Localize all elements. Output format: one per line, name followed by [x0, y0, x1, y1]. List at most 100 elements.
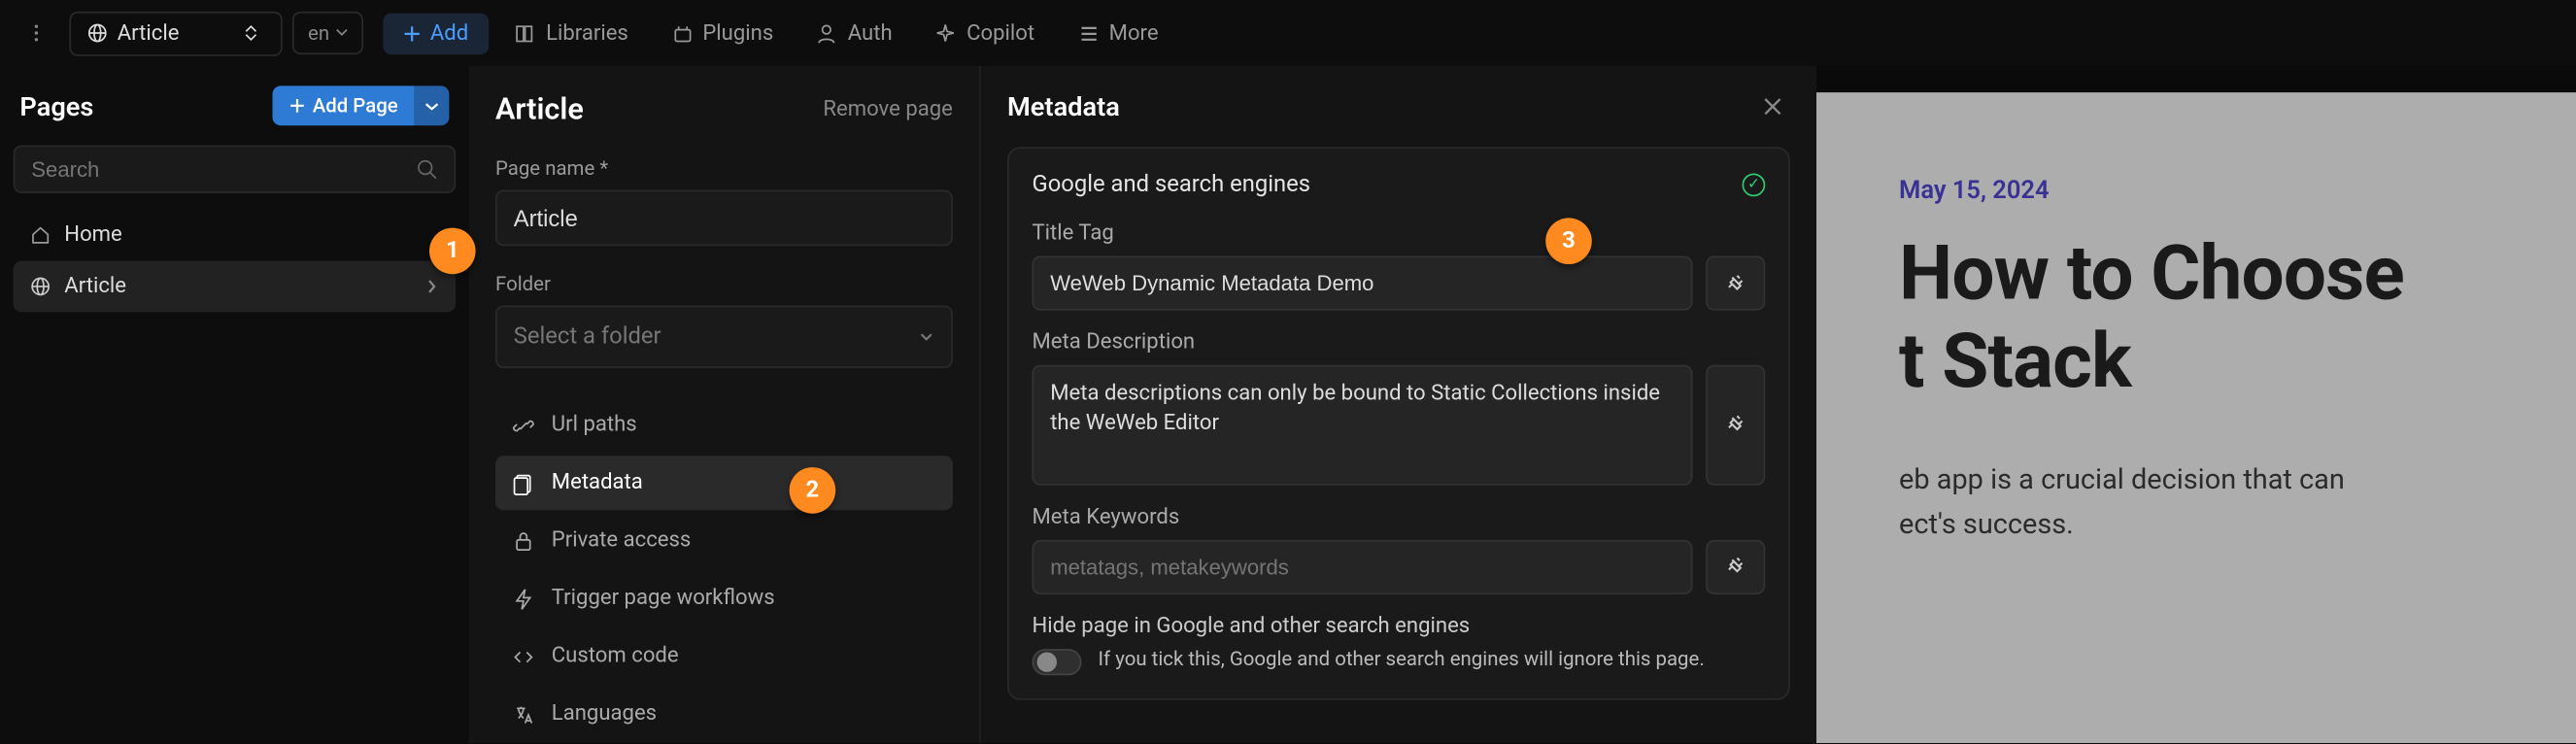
pages-search[interactable] [14, 146, 457, 193]
hide-description: If you tick this, Google and other searc… [1099, 645, 1705, 673]
document-icon [512, 471, 535, 494]
settings-trigger-workflows[interactable]: Trigger page workflows [495, 571, 953, 626]
title-tag-input[interactable] [1033, 256, 1693, 311]
page-name-label: Page name * [495, 157, 953, 181]
page-item-label: Article [64, 274, 126, 299]
add-page-label: Add Page [313, 94, 398, 118]
menu-button[interactable] [14, 10, 60, 56]
title-tag-label: Title Tag [1033, 221, 1766, 247]
auth-label: Auth [848, 20, 893, 46]
folder-label: Folder [495, 273, 953, 296]
copilot-button[interactable]: Copilot [919, 13, 1051, 54]
locale-label: en [308, 21, 329, 45]
remove-page-button[interactable]: Remove page [823, 97, 953, 122]
plugins-button[interactable]: Plugins [655, 13, 790, 54]
add-button[interactable]: Add [384, 13, 488, 54]
page-item-article[interactable]: Article [14, 261, 457, 313]
settings-url-paths[interactable]: Url paths [495, 398, 953, 453]
hamburger-icon [1077, 22, 1099, 44]
keywords-label: Meta Keywords [1033, 504, 1766, 529]
page-selector-label: Article [118, 20, 180, 46]
callout-2: 2 [790, 467, 836, 514]
code-icon [512, 645, 535, 668]
page-selector[interactable]: Article [69, 11, 283, 55]
add-page-dropdown[interactable] [415, 85, 450, 125]
plugins-label: Plugins [702, 20, 773, 46]
keywords-input[interactable] [1033, 539, 1693, 593]
card-title: Google and search engines [1033, 172, 1311, 198]
settings-label: Url paths [552, 413, 637, 438]
more-label: More [1109, 20, 1159, 46]
settings-metadata[interactable]: Metadata [495, 456, 953, 510]
settings-label: Trigger page workflows [552, 587, 775, 612]
preview-date: May 15, 2024 [1899, 175, 2493, 205]
updown-icon [239, 25, 265, 42]
metadata-card: Google and search engines ✓ Title Tag Me… [1007, 147, 1790, 699]
language-icon [512, 702, 535, 726]
settings-languages[interactable]: Languages [495, 687, 953, 741]
page-settings-title: Article [495, 92, 584, 127]
plugins-icon [671, 22, 693, 44]
search-icon [416, 158, 437, 180]
sparkle-icon [935, 22, 957, 44]
globe-icon [87, 23, 107, 43]
page-item-label: Home [64, 223, 121, 249]
settings-label: Custom code [552, 644, 679, 669]
page-settings-panel: Article Remove page Page name * Folder S… [469, 66, 981, 743]
user-icon [816, 22, 837, 44]
plus-icon [289, 97, 306, 114]
pages-title: Pages [19, 90, 93, 121]
locale-selector[interactable]: en [293, 12, 364, 54]
link-icon [512, 414, 535, 437]
desc-input[interactable] [1033, 365, 1693, 485]
bind-desc-button[interactable] [1706, 365, 1765, 485]
callout-1: 1 [429, 228, 476, 275]
home-icon [30, 224, 51, 246]
bind-title-button[interactable] [1706, 256, 1765, 311]
check-icon: ✓ [1743, 174, 1766, 197]
folder-placeholder: Select a folder [514, 323, 661, 350]
preview-body: eb app is a crucial decision that can ec… [1899, 458, 2493, 548]
libraries-label: Libraries [546, 20, 628, 46]
auth-button[interactable]: Auth [799, 13, 908, 54]
settings-private-access[interactable]: Private access [495, 514, 953, 568]
settings-label: Metadata [552, 471, 643, 496]
globe-icon [30, 276, 51, 297]
metadata-panel: Metadata Google and search engines ✓ Tit… [981, 66, 1816, 743]
page-name-input[interactable] [495, 190, 953, 247]
bolt-icon [512, 587, 535, 610]
desc-label: Meta Description [1033, 330, 1766, 355]
add-label: Add [430, 20, 468, 46]
topbar: Article en Add Libraries Plugins Auth Co… [0, 0, 2576, 66]
bind-keywords-button[interactable] [1706, 539, 1765, 593]
hide-toggle[interactable] [1033, 648, 1082, 674]
chevron-down-icon [336, 26, 350, 40]
more-button[interactable]: More [1061, 13, 1174, 54]
add-page-button[interactable]: Add Page [273, 85, 415, 125]
pages-panel: Pages Add Page Home Article [0, 66, 469, 743]
search-input[interactable] [31, 157, 416, 183]
preview-area: May 15, 2024 How to Choose t Stack eb ap… [1816, 92, 2576, 743]
settings-custom-code[interactable]: Custom code [495, 629, 953, 684]
callout-3: 3 [1545, 218, 1592, 264]
plug-icon [1724, 272, 1747, 295]
chevron-right-icon [424, 279, 439, 293]
plug-icon [1724, 413, 1747, 436]
preview-title: How to Choose t Stack [1899, 231, 2493, 406]
page-item-home[interactable]: Home [14, 210, 457, 261]
copilot-label: Copilot [966, 20, 1034, 46]
libraries-icon [515, 22, 536, 44]
close-icon [1762, 96, 1783, 118]
chevron-down-icon [424, 98, 439, 113]
plus-icon [404, 24, 423, 43]
libraries-button[interactable]: Libraries [498, 13, 645, 54]
close-button[interactable] [1755, 89, 1790, 124]
hide-label: Hide page in Google and other search eng… [1033, 614, 1766, 639]
lock-icon [512, 529, 535, 553]
settings-label: Private access [552, 528, 691, 554]
settings-label: Languages [552, 702, 657, 727]
plug-icon [1724, 555, 1747, 578]
folder-select[interactable]: Select a folder [495, 306, 953, 369]
metadata-title: Metadata [1007, 91, 1120, 122]
chevron-down-icon [918, 328, 934, 345]
